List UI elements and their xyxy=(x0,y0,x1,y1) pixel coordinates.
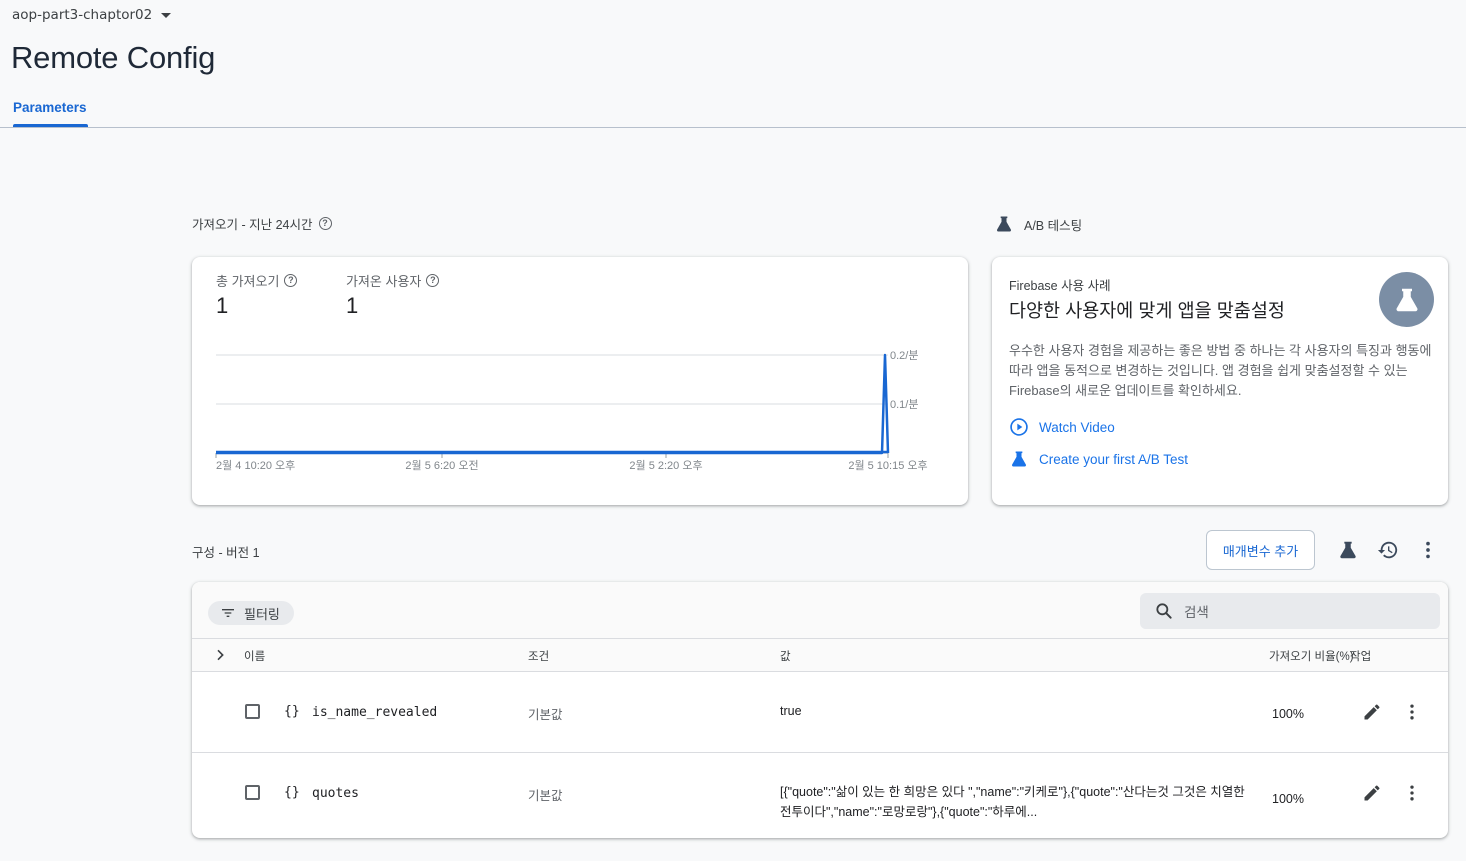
ab-description: 우수한 사용자 경험을 제공하는 좋은 방법 중 하나는 각 사용자의 특징과 … xyxy=(1009,343,1432,398)
history-button[interactable] xyxy=(1374,536,1402,564)
page-title: Remote Config xyxy=(11,40,216,75)
flask-icon xyxy=(996,216,1012,232)
more-menu-button[interactable] xyxy=(1414,536,1442,564)
row-more-button[interactable] xyxy=(1398,698,1426,726)
project-name: aop-part3-chaptor02 xyxy=(12,7,153,23)
fetch-chart: 0.1/분 0.2/분 2월 4 10:20 오후 2월 5 6:20 오전 2월 5 … xyxy=(215,350,928,472)
row-checkbox[interactable] xyxy=(245,704,260,719)
watch-video-link[interactable]: Watch Video xyxy=(1009,417,1115,437)
edit-button[interactable] xyxy=(1358,779,1386,807)
ab-test-icon-button[interactable] xyxy=(1334,536,1362,564)
flask-icon xyxy=(1011,451,1027,467)
filter-icon xyxy=(222,609,234,617)
chevron-down-icon xyxy=(161,12,172,18)
add-parameter-button[interactable]: 매개변수 추가 xyxy=(1206,530,1315,570)
param-condition: 기본값 xyxy=(528,708,563,722)
help-icon[interactable]: ? xyxy=(318,217,332,230)
more-vert-icon xyxy=(1426,541,1430,559)
more-vert-icon xyxy=(1410,704,1414,720)
y-tick-label: 0.2/분 xyxy=(890,350,918,362)
tab-parameters[interactable]: Parameters xyxy=(13,100,87,115)
watch-video-label: Watch Video xyxy=(1039,419,1115,435)
col-header-condition: 조건 xyxy=(528,651,550,663)
row-more-button[interactable] xyxy=(1398,779,1426,807)
divider xyxy=(192,671,1448,672)
x-tick-label: 2월 4 10:20 오후 xyxy=(216,459,295,472)
json-braces-icon: {} xyxy=(284,704,300,719)
fetch-section-title: 가져오기 - 지난 24시간 xyxy=(192,218,313,232)
param-name[interactable]: is_name_revealed xyxy=(312,705,437,720)
flask-badge-icon xyxy=(1379,272,1434,327)
col-header-value: 값 xyxy=(780,651,791,663)
project-selector[interactable]: aop-part3-chaptor02 xyxy=(12,7,172,23)
filter-label: 필터링 xyxy=(244,606,280,622)
search-icon xyxy=(1156,603,1172,619)
more-vert-icon xyxy=(1410,785,1414,801)
fetch-metrics-card: 총 가져오기 ? 1 가져온 사용자 ? 1 0.1/분 0.2/분 2월 4 10… xyxy=(192,257,968,505)
play-circle-icon xyxy=(1010,418,1028,436)
param-value: [{"quote":"삶이 있는 한 희망은 있다 ","name":"키케로"… xyxy=(780,785,1245,819)
history-icon xyxy=(1377,541,1398,559)
param-fetch-pct: 100% xyxy=(1272,792,1304,806)
table-header-row xyxy=(192,639,1448,671)
col-header-action: 작업 xyxy=(1350,651,1372,663)
param-value: true xyxy=(780,704,802,718)
y-tick-label: 0.1/분 xyxy=(890,399,918,411)
x-tick-label: 2월 5 10:15 오후 xyxy=(848,459,927,472)
create-ab-test-link[interactable]: Create your first A/B Test xyxy=(1009,449,1188,469)
tabs-divider xyxy=(0,127,1466,128)
col-header-name[interactable]: 이름 xyxy=(244,648,265,664)
row-checkbox[interactable] xyxy=(245,785,260,800)
ab-section-label: A/B 테스팅 xyxy=(994,214,1082,234)
parameters-table: 필터링 검색 이름 조건 값 가져오기 비율(%) 작업 {} is_name_… xyxy=(192,582,1448,838)
search-input[interactable]: 검색 xyxy=(1140,593,1440,629)
edit-button[interactable] xyxy=(1358,698,1386,726)
search-placeholder: 검색 xyxy=(1184,605,1209,620)
ab-eyebrow: Firebase 사용 사례 xyxy=(1009,279,1111,293)
flask-icon xyxy=(1340,541,1356,559)
pencil-icon xyxy=(1364,785,1380,801)
param-condition: 기본값 xyxy=(528,789,563,803)
filter-chip[interactable]: 필터링 xyxy=(208,601,294,625)
param-fetch-pct: 100% xyxy=(1272,707,1304,721)
param-name[interactable]: quotes xyxy=(312,786,359,801)
create-ab-test-label: Create your first A/B Test xyxy=(1039,451,1189,467)
chevron-right-icon[interactable] xyxy=(212,647,228,663)
fetch-section-label: 가져오기 - 지난 24시간 ? xyxy=(192,214,332,233)
col-header-fetch-pct: 가져오기 비율(%) xyxy=(1269,651,1354,663)
x-tick-label: 2월 5 6:20 오전 xyxy=(405,459,478,472)
ab-section-title: A/B 테스팅 xyxy=(1024,218,1083,233)
ab-title: 다양한 사용자에 맞게 앱을 맞춤설정 xyxy=(1009,300,1285,321)
config-version-label: 구성 - 버전 1 xyxy=(192,546,260,560)
divider xyxy=(192,752,1448,753)
pencil-icon xyxy=(1364,704,1380,720)
json-braces-icon: {} xyxy=(284,785,300,800)
x-tick-label: 2월 5 2:20 오후 xyxy=(629,459,702,472)
ab-testing-card: Firebase 사용 사례 다양한 사용자에 맞게 앱을 맞춤설정 우수한 사… xyxy=(992,257,1448,505)
